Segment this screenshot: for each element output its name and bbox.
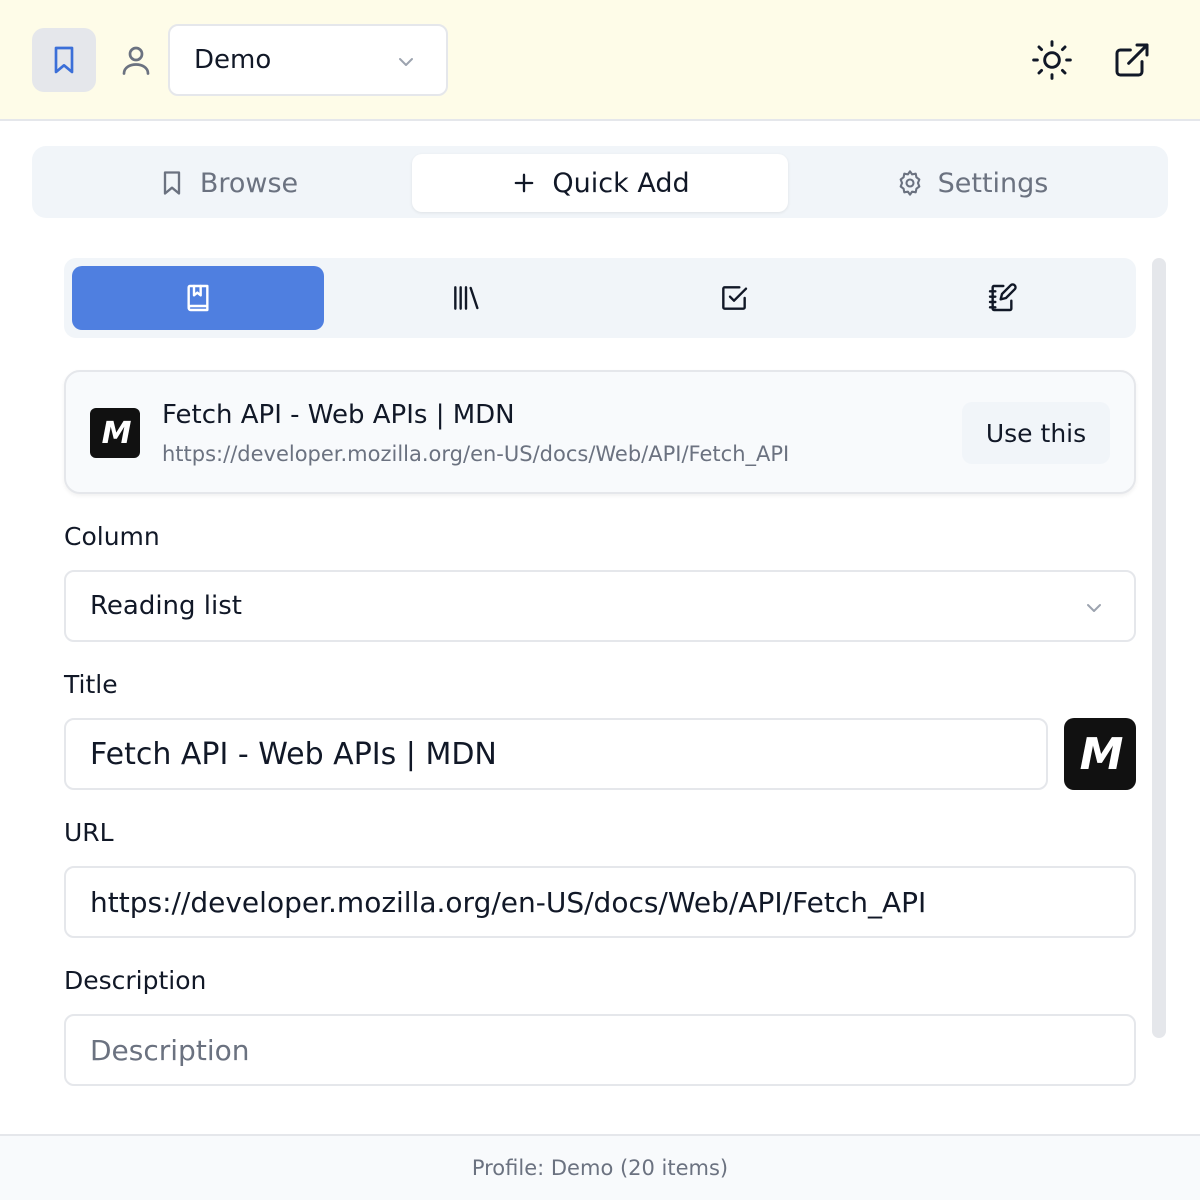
- sun-icon[interactable]: [1030, 38, 1074, 82]
- title-favicon[interactable]: M: [1064, 718, 1136, 790]
- notebook-pen-icon: [988, 283, 1017, 312]
- column-select[interactable]: Reading list: [64, 570, 1136, 642]
- mode-tab-todo[interactable]: [608, 266, 860, 330]
- book-bookmark-icon: [187, 284, 209, 312]
- tab-settings-label: Settings: [937, 167, 1049, 199]
- bookmark-icon: [54, 46, 74, 74]
- title-favicon-text: M: [1079, 728, 1124, 780]
- url-input[interactable]: https://developer.mozilla.org/en-US/docs…: [64, 866, 1136, 938]
- current-page-suggestion: M Fetch API - Web APIs | MDN https://dev…: [64, 370, 1136, 494]
- app-logo-button[interactable]: [32, 28, 96, 92]
- tab-quick-add[interactable]: Quick Add: [412, 154, 788, 212]
- url-input-value: https://developer.mozilla.org/en-US/docs…: [90, 885, 927, 919]
- checkbox-icon: [722, 286, 748, 310]
- mode-tab-library[interactable]: [340, 266, 592, 330]
- plus-icon: [515, 173, 534, 193]
- description-label: Description: [64, 966, 207, 995]
- gear-icon: [899, 170, 921, 196]
- mdn-favicon-text: M: [101, 415, 132, 451]
- tab-quick-add-label: Quick Add: [552, 167, 690, 199]
- description-placeholder: Description: [90, 1033, 250, 1067]
- status-footer: Profile: Demo (20 items): [0, 1134, 1200, 1200]
- use-this-button[interactable]: Use this: [962, 402, 1110, 464]
- main-tabs: Browse Quick Add Settings: [32, 146, 1168, 218]
- tab-settings[interactable]: Settings: [784, 154, 1160, 212]
- profile-select-value: Demo: [194, 45, 272, 75]
- chevron-down-icon: [399, 58, 413, 66]
- scrollbar[interactable]: [1152, 258, 1166, 1038]
- suggestion-url: https://developer.mozilla.org/en-US/docs…: [162, 442, 790, 466]
- title-label: Title: [64, 670, 118, 699]
- tab-browse[interactable]: Browse: [40, 154, 416, 212]
- mode-tab-note[interactable]: [876, 266, 1128, 330]
- profile-status-text: Profile: Demo (20 items): [471, 1156, 729, 1180]
- mode-tab-bookmark[interactable]: [72, 266, 324, 330]
- add-mode-tabs: [64, 258, 1136, 338]
- title-input[interactable]: Fetch API - Web APIs | MDN: [64, 718, 1048, 790]
- description-input[interactable]: Description: [64, 1014, 1136, 1086]
- profile-select[interactable]: Demo: [168, 24, 448, 96]
- header: Demo: [0, 0, 1200, 121]
- column-label: Column: [64, 522, 160, 551]
- library-icon: [454, 286, 479, 310]
- bookmark-icon: [163, 171, 181, 195]
- user-icon[interactable]: [118, 42, 154, 78]
- chevron-down-icon: [1087, 604, 1101, 612]
- suggestion-title: Fetch API - Web APIs | MDN: [162, 400, 515, 430]
- tab-browse-label: Browse: [199, 167, 299, 199]
- url-label: URL: [64, 818, 114, 847]
- column-select-value: Reading list: [90, 591, 242, 621]
- title-input-value: Fetch API - Web APIs | MDN: [90, 736, 497, 772]
- mdn-favicon: M: [90, 408, 140, 458]
- external-link-icon[interactable]: [1112, 40, 1152, 80]
